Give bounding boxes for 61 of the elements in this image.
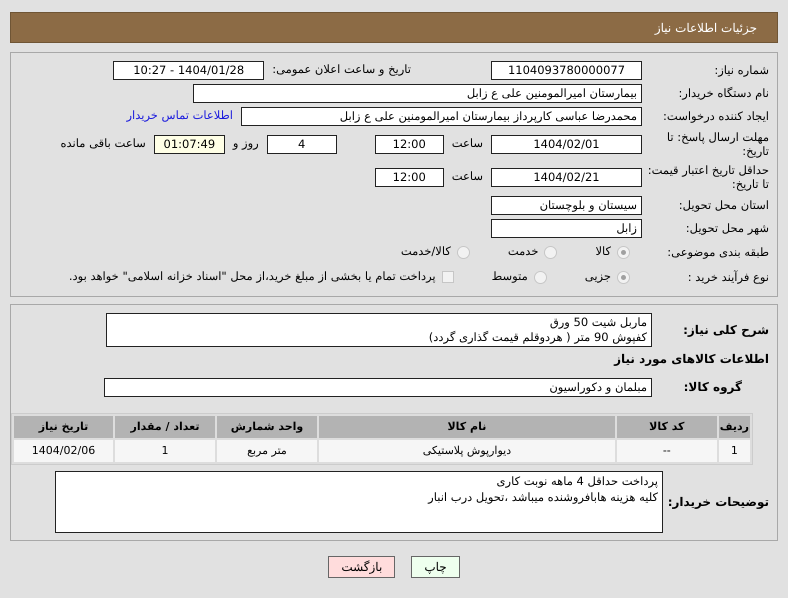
table-cell: -- bbox=[616, 440, 717, 462]
buyer-notes-field: پرداخت حداقل 4 ماهه نوبت کاری کلیه هزینه هابافروشنده میباشد ،تحویل درب انبار bbox=[55, 471, 663, 533]
section-heading: اطلاعات کالاهای مورد نیاز bbox=[614, 351, 770, 368]
time-field: 12:00 bbox=[374, 134, 444, 154]
time-field: 12:00 bbox=[374, 168, 444, 186]
print-button[interactable]: چاپ bbox=[411, 556, 460, 578]
announce-date-field: 1404/01/28 - 10:27 bbox=[113, 60, 264, 80]
table-cell: دیوارپوش پلاستیکی bbox=[318, 440, 615, 462]
remaining-time-field: 01:07:49 bbox=[154, 134, 225, 154]
page-title: جزئیات اطلاعات نیاز bbox=[654, 21, 757, 35]
column-header: تاریخ نیاز bbox=[14, 416, 114, 438]
contact-link[interactable]: اطلاعات تماس خریدار bbox=[126, 107, 233, 125]
field-label: طبقه بندی موضوعی: bbox=[666, 244, 770, 260]
field-label: حداقل تاریخ اعتبار قیمت: تا تاریخ: bbox=[646, 162, 770, 192]
city-field: زابل bbox=[491, 218, 642, 238]
description-field: ماربل شیت 50 ورق کفپوش 90 متر ( هردوقلم قیمت گذاری گردد) bbox=[106, 313, 652, 347]
option-label: کالا/خدمت bbox=[400, 243, 451, 260]
days-field: 4 bbox=[266, 134, 337, 154]
back-button[interactable]: بازگشت bbox=[328, 556, 396, 578]
field-label: شماره نیاز: bbox=[713, 62, 770, 78]
field-label: شرح کلی نیاز: bbox=[682, 322, 770, 338]
field-label: توضیحات خریدار: bbox=[666, 494, 770, 510]
days-label: روز و bbox=[232, 135, 259, 152]
field-label: گروه کالا: bbox=[682, 380, 743, 394]
date-field: 1404/02/21 bbox=[491, 168, 642, 186]
field-label: استان محل تحویل: bbox=[678, 198, 770, 212]
requester-field: محمدرضا عباسی کارپرداز بیمارستان امیرالمومنین علی ع زابل bbox=[241, 106, 642, 126]
remaining-label: ساعت باقی مانده bbox=[60, 135, 146, 152]
radio-button[interactable] bbox=[617, 270, 630, 284]
buyer-org-field: بیمارستان امیرالمومنین علی ع زابل bbox=[193, 84, 642, 102]
field-label: نام دستگاه خریدار: bbox=[677, 86, 770, 100]
column-header: تعداد / مقدار bbox=[115, 416, 215, 438]
option-label: متوسط bbox=[492, 268, 528, 286]
radio-button[interactable] bbox=[456, 246, 470, 258]
field-label: مهلت ارسال پاسخ: تا تاریخ: bbox=[666, 130, 770, 158]
radio-button[interactable] bbox=[534, 270, 547, 284]
table-cell: متر مربع bbox=[216, 440, 317, 462]
radio-button[interactable] bbox=[544, 246, 558, 258]
option-label: جزیی bbox=[584, 268, 611, 286]
field-label: شهر محل تحویل: bbox=[684, 220, 770, 236]
goods-group-field: مبلمان و دکوراسیون bbox=[104, 378, 652, 396]
field-label: ایجاد کننده درخواست: bbox=[662, 108, 770, 124]
field-label: تاریخ و ساعت اعلان عمومی: bbox=[272, 61, 411, 78]
radio-button[interactable] bbox=[617, 246, 630, 258]
table-cell: 1404/02/06 bbox=[14, 440, 114, 462]
column-header: کد کالا bbox=[616, 416, 717, 438]
time-label: ساعت bbox=[452, 168, 483, 186]
time-label: ساعت bbox=[452, 135, 483, 152]
column-header: ردیف bbox=[718, 416, 750, 438]
table-cell: 1 bbox=[718, 440, 750, 462]
column-header: واحد شمارش bbox=[216, 416, 317, 438]
option-label: کالا bbox=[595, 243, 611, 260]
column-header: نام کالا bbox=[318, 416, 615, 438]
checkbox[interactable] bbox=[442, 271, 454, 283]
field-label: نوع فرآیند خرید : bbox=[686, 270, 770, 284]
need-number-field: 1104093780000077 bbox=[491, 60, 642, 80]
table-cell: 1 bbox=[115, 440, 215, 462]
province-field: سیستان و بلوچستان bbox=[491, 196, 642, 214]
option-label: خدمت bbox=[508, 243, 538, 260]
payment-note: پرداخت تمام یا بخشی از مبلغ خرید،از محل "اسناد خزانه اسلامی" خواهد بود. bbox=[68, 268, 436, 286]
date-field: 1404/02/01 bbox=[491, 134, 642, 154]
